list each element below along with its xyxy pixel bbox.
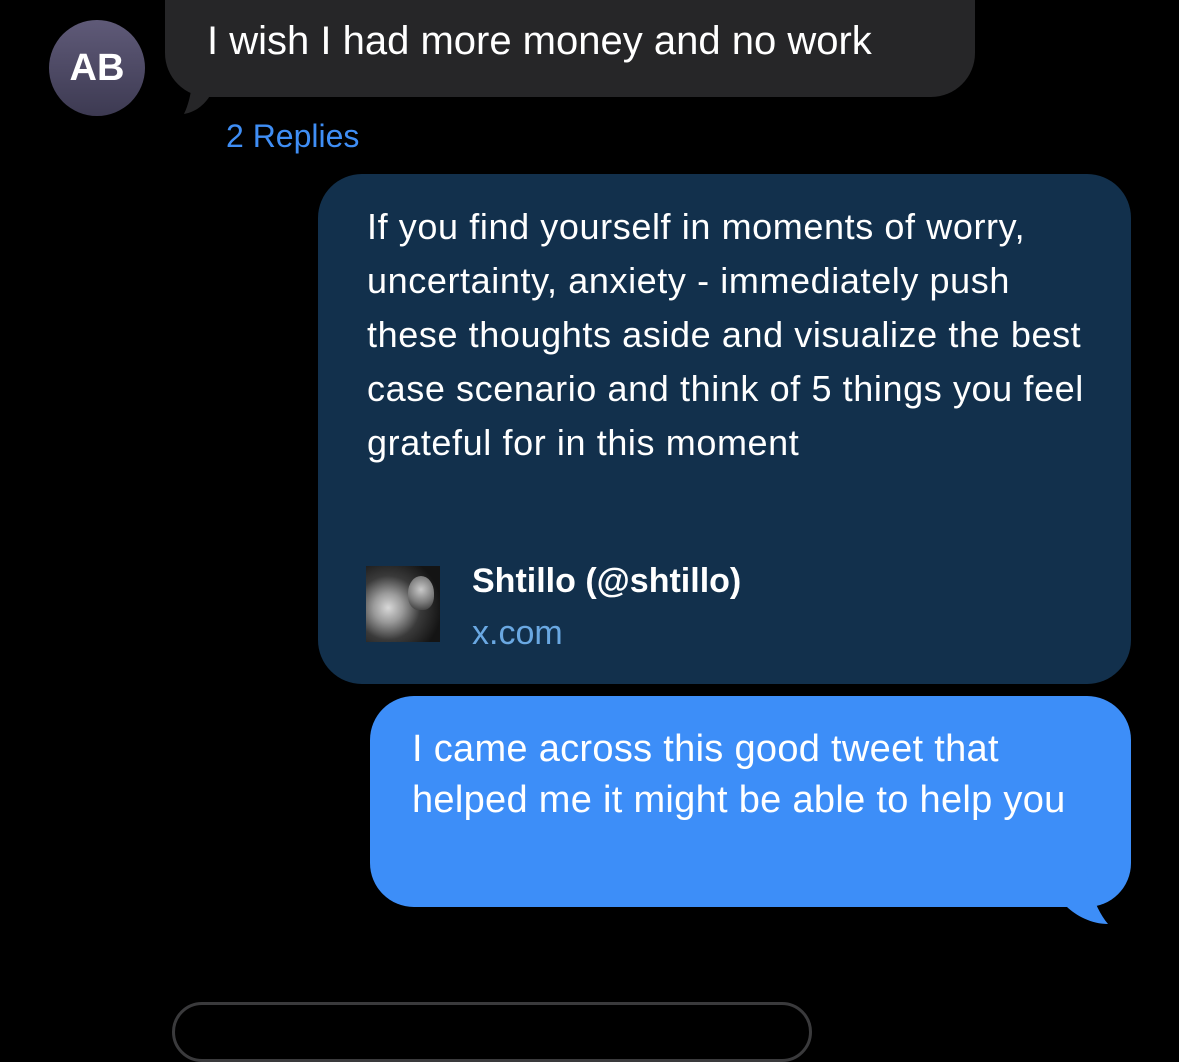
- outgoing-message-text: I came across this good tweet that helpe…: [412, 728, 1066, 821]
- link-preview-meta: Shtillo (@shtillo) x.com: [366, 560, 741, 654]
- message-input-field[interactable]: [172, 1002, 812, 1062]
- outgoing-bubble-tail: [1066, 866, 1110, 928]
- avatar-initials: AB: [69, 46, 125, 89]
- link-preview-source-name: Shtillo (@shtillo): [472, 562, 742, 600]
- link-preview-domain: x.com: [472, 614, 563, 652]
- link-preview-card[interactable]: If you find yourself in moments of worry…: [318, 174, 1131, 684]
- outgoing-message-bubble[interactable]: I came across this good tweet that helpe…: [370, 696, 1131, 907]
- incoming-message-bubble[interactable]: I wish I had more money and no work: [165, 0, 975, 97]
- link-preview-thumbnail: [366, 566, 440, 642]
- link-preview-text: If you find yourself in moments of worry…: [367, 206, 1084, 463]
- incoming-message-text: I wish I had more money and no work: [207, 19, 872, 63]
- replies-link[interactable]: 2 Replies: [226, 116, 359, 156]
- avatar[interactable]: AB: [49, 20, 145, 116]
